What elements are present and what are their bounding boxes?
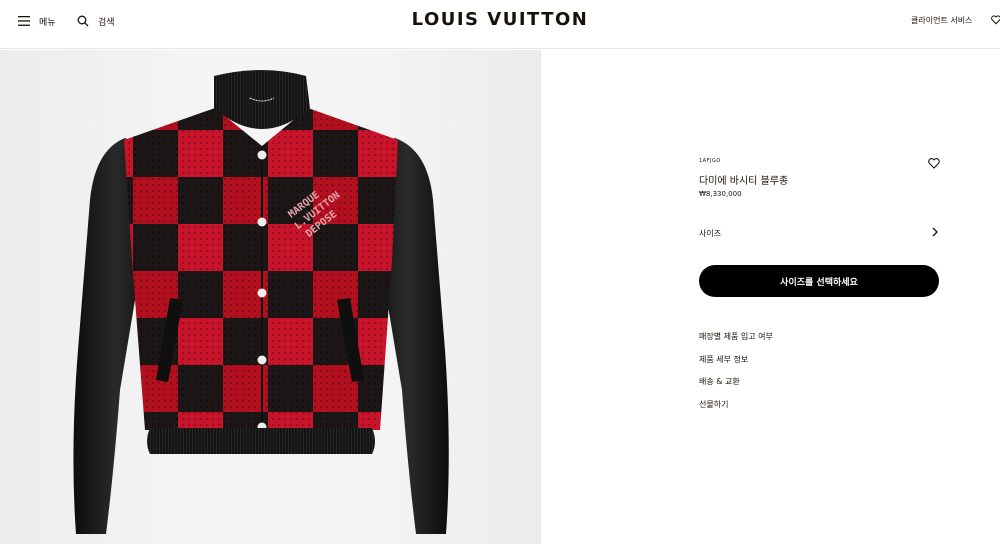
brand-logo[interactable]: LOUIS VUITTON xyxy=(0,9,1000,30)
client-service-link[interactable]: 클라이언트 서비스 xyxy=(911,15,972,26)
select-size-button[interactable]: 사이즈를 선택하세요 xyxy=(699,265,939,297)
product-image-panel[interactable]: MARQUE L.VUITTON DEPOSE xyxy=(0,50,541,544)
product-links: 매장별 제품 입고 여부 제품 세부 정보 배송 & 교환 선물하기 xyxy=(699,330,773,420)
product-sku: 1AFJGO xyxy=(699,158,721,164)
wishlist-heart-icon[interactable] xyxy=(991,15,1000,25)
delivery-returns-link[interactable]: 배송 & 교환 xyxy=(699,375,773,398)
product-image-jacket: MARQUE L.VUITTON DEPOSE xyxy=(73,70,449,534)
size-selector[interactable]: 사이즈 xyxy=(699,226,939,240)
size-label: 사이즈 xyxy=(699,229,722,238)
gift-link[interactable]: 선물하기 xyxy=(699,398,773,421)
site-header: 메뉴 검색 LOUIS VUITTON 클라이언트 서비스 xyxy=(0,0,1000,49)
store-availability-link[interactable]: 매장별 제품 입고 여부 xyxy=(699,330,773,353)
chevron-right-icon xyxy=(932,227,938,237)
product-title: 다미에 바시티 블루종 xyxy=(699,176,789,187)
product-details-link[interactable]: 제품 세부 정보 xyxy=(699,353,773,376)
product-price: ₩8,330,000 xyxy=(699,190,742,198)
waistband xyxy=(147,428,375,454)
add-to-wishlist-heart-icon[interactable] xyxy=(928,158,940,169)
